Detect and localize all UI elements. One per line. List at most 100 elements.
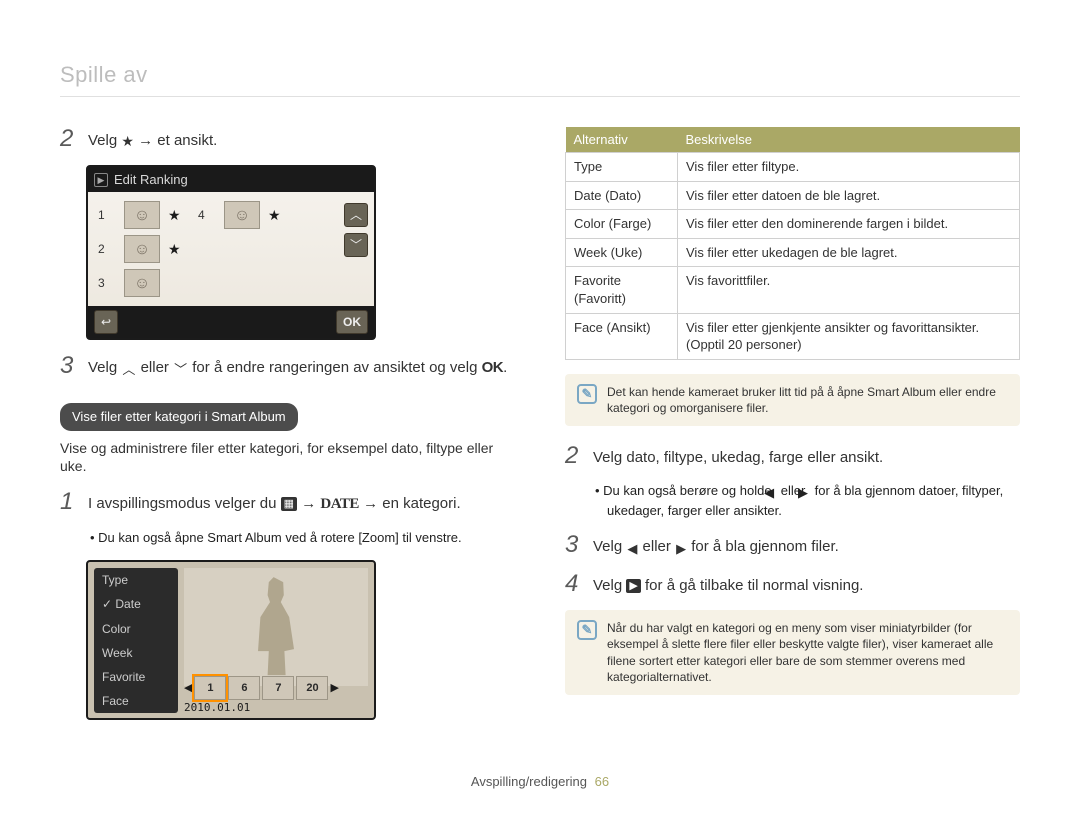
menu-item-type[interactable]: Type [94, 568, 178, 592]
note-text: Det kan hende kameraet bruker litt tid p… [607, 384, 1008, 416]
step-text: eller [643, 538, 676, 555]
chevron-left-icon[interactable]: ◀ [184, 681, 192, 696]
step-text: I avspillingsmodus velger du [88, 495, 281, 512]
step-text: en kategori. [382, 495, 460, 512]
chevron-right-icon[interactable]: ▶ [330, 681, 338, 696]
page-number: 66 [595, 774, 609, 789]
menu-item-favorite[interactable]: Favorite [94, 665, 178, 689]
step-text: Velg dato, filtype, ukedag, farge eller … [593, 444, 883, 468]
table-cell: Type [566, 153, 678, 182]
step-number: 2 [565, 444, 583, 468]
person-silhouette-icon [246, 577, 306, 677]
face-thumbnail: ☺ [224, 201, 260, 229]
step-number: 2 [60, 127, 78, 151]
step-text: . [503, 359, 507, 376]
menu-item-face[interactable]: Face [94, 689, 178, 713]
section-caption: Vise og administrere filer etter kategor… [60, 439, 515, 477]
arrow-icon: → [138, 132, 157, 149]
star-icon: ★ [168, 206, 190, 225]
table-cell: Vis filer etter gjenkjente ansikter og f… [678, 313, 1020, 359]
step-text: Velg [593, 577, 626, 594]
footer-section: Avspilling/redigering [471, 774, 587, 789]
date-label-icon: DATE [320, 496, 359, 512]
star-icon: ★ [121, 133, 134, 149]
up-button[interactable]: ︿ [344, 203, 368, 227]
step-2: 2 Velg ★ → et ansikt. [60, 127, 515, 151]
menu-item-color[interactable]: Color [94, 617, 178, 641]
chevron-down-icon: ﹀ [174, 361, 187, 379]
chevron-up-icon: ︿ [122, 361, 135, 379]
chevron-left-icon: ◀ [627, 540, 637, 558]
down-button[interactable]: ﹀ [344, 233, 368, 257]
thumbnail[interactable]: 1 [194, 676, 226, 700]
step-number: 4 [565, 572, 583, 596]
thumbnail[interactable]: 6 [228, 676, 260, 700]
step-text: Velg [593, 538, 626, 555]
menu-icon: ▦ [281, 497, 297, 511]
table-cell: Face (Ansikt) [566, 313, 678, 359]
rank-number: 2 [98, 241, 116, 257]
note-box: ✎ Det kan hende kameraet bruker litt tid… [565, 374, 1020, 426]
tip-text: • Du kan også berøre og holde ◀ eller ▶ … [595, 482, 1020, 519]
table-cell: Favorite (Favoritt) [566, 267, 678, 313]
table-cell: Vis filer etter filtype. [678, 153, 1020, 182]
note-text: Når du har valgt en kategori og en meny … [607, 620, 1008, 685]
smart-album-screen: Type Date Color Week Favorite Face 100-0… [86, 560, 376, 720]
face-thumbnail: ☺ [124, 201, 160, 229]
step-text: Velg [88, 359, 121, 376]
preview-area [184, 568, 368, 686]
ok-icon: OK [482, 359, 504, 376]
right-column: Alternativ Beskrivelse TypeVis filer ett… [565, 127, 1020, 720]
step-number: 3 [565, 533, 583, 558]
step-number: 1 [60, 490, 78, 514]
chevron-right-icon: ▶ [676, 540, 686, 558]
rank-number: 4 [198, 207, 216, 223]
table-cell: Color (Farge) [566, 210, 678, 239]
step-4b: 4 Velg ▶ for å gå tilbake til normal vis… [565, 572, 1020, 596]
arrow-icon: → [363, 495, 382, 512]
step-text: for å bla gjennom filer. [691, 538, 839, 555]
rank-number: 3 [98, 275, 116, 291]
thumbnail[interactable]: 20 [296, 676, 328, 700]
step-1b: 1 I avspillingsmodus velger du ▦ → DATE … [60, 490, 515, 514]
table-header: Beskrivelse [678, 127, 1020, 153]
table-cell: Date (Dato) [566, 181, 678, 210]
thumbnail-strip: ◀ 1 6 7 20 ▶ [184, 676, 368, 700]
table-cell: Week (Uke) [566, 238, 678, 267]
star-icon: ★ [268, 206, 290, 225]
star-icon: ★ [168, 240, 190, 259]
date-indicator: 2010.01.01 [184, 701, 250, 716]
step-text: Velg [88, 132, 121, 149]
table-cell: Vis filer etter den dominerende fargen i… [678, 210, 1020, 239]
menu-item-date[interactable]: Date [94, 592, 178, 616]
edit-ranking-screen: ▶ Edit Ranking 1 ☺ ★ 4 ☺ ★ 2 ☺ ★ 3 ☺ [86, 165, 376, 341]
step-2b: 2 Velg dato, filtype, ukedag, farge elle… [565, 444, 1020, 468]
options-table: Alternativ Beskrivelse TypeVis filer ett… [565, 127, 1020, 360]
step-text: for å gå tilbake til normal visning. [645, 577, 863, 594]
step-3: 3 Velg ︿ eller ﹀ for å endre rangeringen… [60, 354, 515, 379]
face-thumbnail: ☺ [124, 235, 160, 263]
play-icon: ▶ [626, 579, 640, 593]
ok-button[interactable]: OK [336, 310, 368, 334]
note-box: ✎ Når du har valgt en kategori og en men… [565, 610, 1020, 695]
category-menu: Type Date Color Week Favorite Face [94, 568, 178, 713]
section-heading: Vise filer etter kategori i Smart Album [60, 403, 298, 431]
step-text: eller [141, 359, 174, 376]
menu-item-week[interactable]: Week [94, 641, 178, 665]
table-header: Alternativ [566, 127, 678, 153]
play-icon: ▶ [94, 173, 108, 187]
step-number: 3 [60, 354, 78, 379]
step-text: for å endre rangeringen av ansiktet og v… [192, 359, 481, 376]
note-icon: ✎ [577, 384, 597, 404]
thumbnail[interactable]: 7 [262, 676, 294, 700]
left-column: 2 Velg ★ → et ansikt. ▶ Edit Ranking 1 ☺ [60, 127, 515, 720]
back-button[interactable]: ↩ [94, 310, 118, 334]
screen-title: Edit Ranking [114, 171, 188, 189]
note-icon: ✎ [577, 620, 597, 640]
table-cell: Vis filer etter ukedagen de ble lagret. [678, 238, 1020, 267]
page-footer: Avspilling/redigering 66 [0, 773, 1080, 791]
face-thumbnail: ☺ [124, 269, 160, 297]
step-3b: 3 Velg ◀ eller ▶ for å bla gjennom filer… [565, 533, 1020, 558]
breadcrumb: Spille av [60, 60, 1020, 97]
step-text: et ansikt. [157, 132, 217, 149]
